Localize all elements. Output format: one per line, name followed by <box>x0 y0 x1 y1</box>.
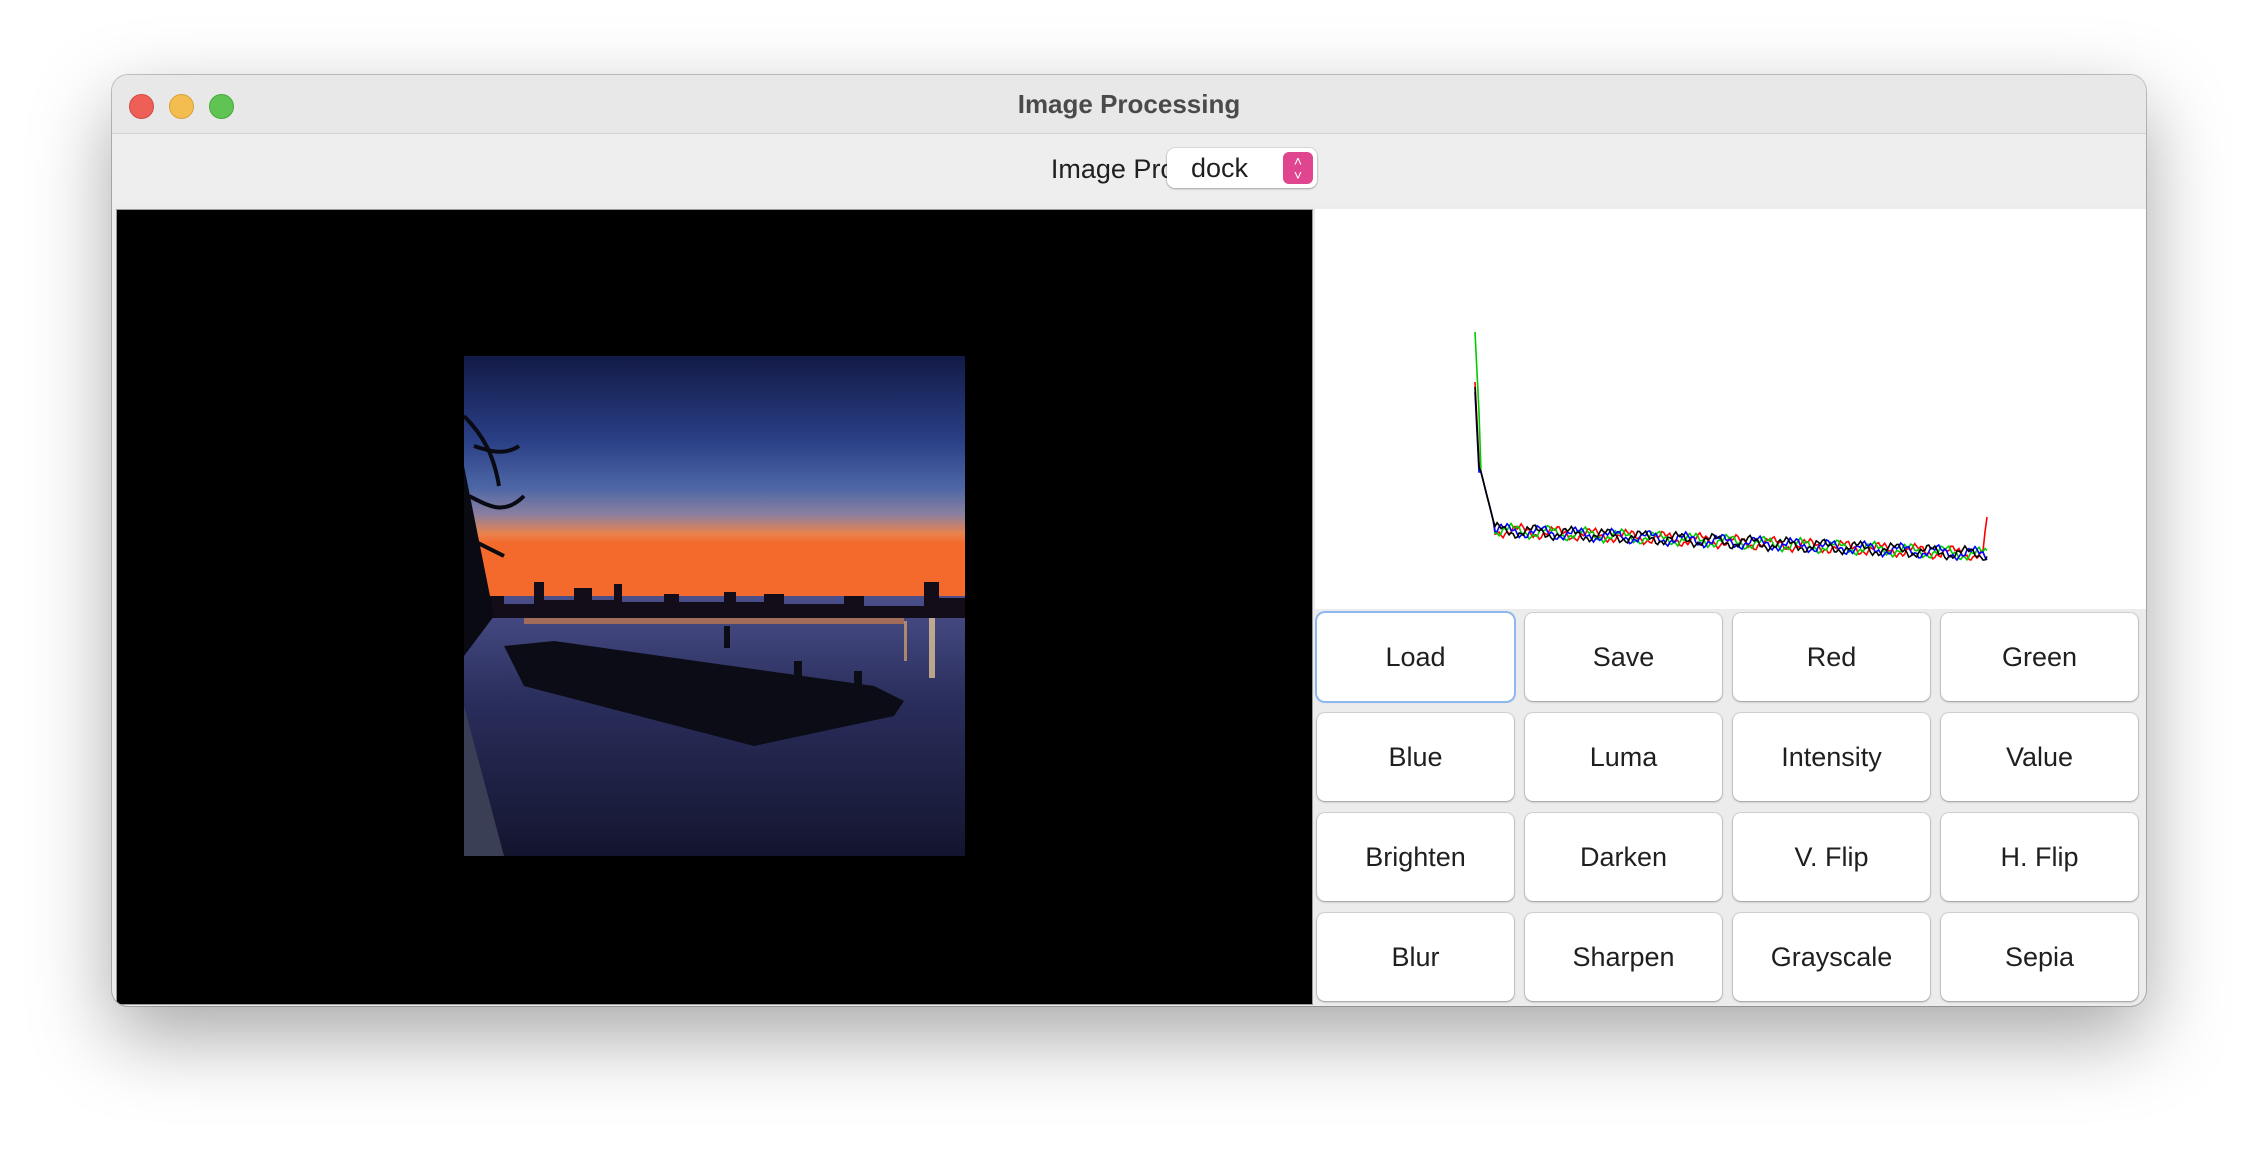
histogram-series-2 <box>1474 391 1988 562</box>
histogram-series-3 <box>1474 386 1988 561</box>
sharpen-button[interactable]: Sharpen <box>1525 913 1722 1001</box>
luma-button[interactable]: Luma <box>1525 713 1722 801</box>
histogram-panel <box>1315 209 2146 609</box>
value-button[interactable]: Value <box>1941 713 2138 801</box>
image-select-value: dock <box>1191 153 1249 183</box>
histogram-series-1 <box>1474 331 1988 562</box>
window-title: Image Processing <box>1017 89 1241 119</box>
image-canvas[interactable] <box>116 209 1313 1005</box>
intensity-button[interactable]: Intensity <box>1733 713 1930 801</box>
blur-button[interactable]: Blur <box>1317 913 1514 1001</box>
sepia-button[interactable]: Sepia <box>1941 913 2138 1001</box>
save-button[interactable]: Save <box>1525 613 1722 701</box>
hflip-button[interactable]: H. Flip <box>1941 813 2138 901</box>
brighten-button[interactable]: Brighten <box>1317 813 1514 901</box>
histogram-chart <box>1474 331 1988 562</box>
image-select[interactable]: dock ˄ ˅ <box>1167 148 1317 188</box>
title-bar: Image Processing <box>112 75 2146 134</box>
blue-button[interactable]: Blue <box>1317 713 1514 801</box>
app-window: Image Processing Image Processing dock ˄… <box>112 75 2146 1006</box>
green-button[interactable]: Green <box>1941 613 2138 701</box>
operations-grid: Load Save Red Green Blue Luma Intensity Value Br… <box>1317 611 2143 1005</box>
toolbar: Image Processing dock ˄ ˅ <box>112 134 2146 206</box>
red-button[interactable]: Red <box>1733 613 1930 701</box>
grayscale-button[interactable]: Grayscale <box>1733 913 1930 1001</box>
darken-button[interactable]: Darken <box>1525 813 1722 901</box>
updown-chevron-icon: ˄ ˅ <box>1283 152 1313 184</box>
loaded-image <box>464 356 965 856</box>
load-button[interactable]: Load <box>1317 613 1514 701</box>
vflip-button[interactable]: V. Flip <box>1733 813 1930 901</box>
